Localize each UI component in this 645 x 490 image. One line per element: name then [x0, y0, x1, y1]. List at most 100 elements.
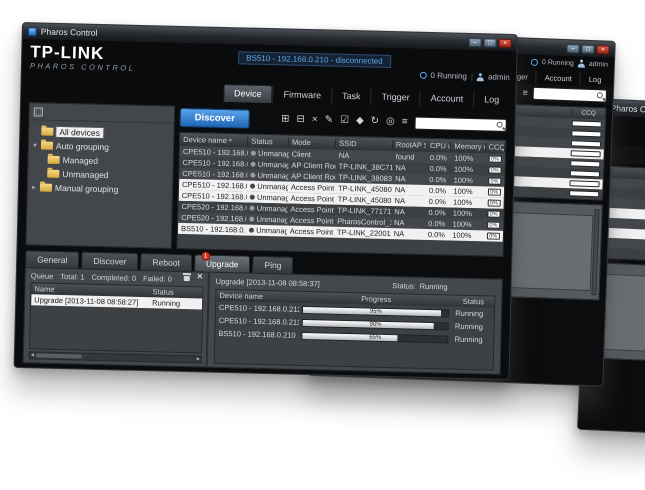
- memory-cell: 100%: [450, 198, 484, 208]
- task-status-cell: Running: [149, 298, 202, 308]
- ccq-cell: 0%: [484, 210, 504, 217]
- tab-trigger[interactable]: Trigger: [370, 89, 420, 107]
- memory-cell: 100%: [451, 154, 485, 164]
- tab-device[interactable]: Device: [223, 84, 273, 103]
- ccq-bar: [572, 120, 602, 127]
- divider: |: [471, 72, 473, 81]
- toolbar-icons: ⊞ ⊟ × ✎ ☑ ◆ ↻ ◎ ≡: [281, 113, 507, 132]
- col-status[interactable]: Status: [452, 297, 494, 307]
- ccq-cell: 0%: [484, 199, 504, 206]
- status-cell: Unmanaged: [246, 226, 287, 236]
- ssid-cell: PharosControl_12345: [334, 217, 391, 227]
- tab-log[interactable]: Log: [473, 91, 509, 109]
- status-dot-icon: [251, 162, 256, 167]
- search-box[interactable]: [414, 116, 506, 131]
- ping-icon[interactable]: ◎: [386, 117, 395, 127]
- tab-log[interactable]: Log: [580, 73, 610, 87]
- ccq-bar: [571, 150, 601, 157]
- col-status[interactable]: Status: [248, 137, 289, 147]
- memory-cell: 100%: [451, 165, 485, 175]
- progress-label: 65%: [303, 332, 448, 342]
- running-tasks-label[interactable]: 0 Running: [430, 71, 467, 81]
- ssid-cell: TP-LINK_38C71E: [335, 162, 392, 172]
- app-body: All devices ▾ Auto grouping Managed Unma…: [18, 97, 515, 257]
- search-icon: [597, 92, 603, 98]
- col-memory[interactable]: Memory usage: [451, 142, 485, 152]
- dock-tab-upgrade[interactable]: 1 Upgrade: [194, 254, 251, 272]
- tab-account[interactable]: Account: [419, 90, 473, 108]
- running-tasks-label: 0 Running: [542, 59, 574, 67]
- status-cell: Unmanaged: [247, 193, 288, 203]
- twisty-icon: ▸: [31, 183, 37, 191]
- scrollbar-thumb[interactable]: [36, 353, 82, 358]
- device-name-cell: CPE510 - 192.168.0.252: [179, 169, 247, 180]
- edit-icon[interactable]: ✎: [325, 115, 334, 125]
- device-name-cell: CPE510 - 192.168.0.212: [216, 303, 300, 314]
- user-label[interactable]: admin: [488, 72, 510, 82]
- device-name-cell: CPE520 - 192.168.0.213: [178, 213, 246, 224]
- delete-icon[interactable]: ×: [312, 115, 318, 125]
- unmanage-icon[interactable]: ⊟: [296, 115, 305, 125]
- col-status[interactable]: Status: [149, 287, 202, 297]
- clear-queue-icon[interactable]: ×: [197, 273, 203, 281]
- search-input[interactable]: [419, 118, 495, 129]
- search-input[interactable]: [537, 88, 595, 99]
- discover-button[interactable]: Discover: [179, 107, 250, 128]
- minimize-button[interactable]: –: [469, 37, 482, 46]
- ccq-bar: [569, 180, 599, 187]
- tree-item-manual-grouping[interactable]: ▸ Manual grouping: [31, 180, 169, 197]
- cpu-cell: 0.0%: [427, 153, 452, 163]
- progress-label: 90%: [303, 319, 448, 329]
- expand-tree-icon[interactable]: [34, 107, 43, 116]
- upgrade-icon[interactable]: ◆: [356, 116, 364, 126]
- reboot-icon[interactable]: ↻: [371, 117, 380, 127]
- col-device-name[interactable]: Device name▾: [180, 135, 248, 146]
- maximize-button[interactable]: □: [581, 44, 594, 53]
- ccq-bar: [571, 130, 601, 137]
- search-box[interactable]: [533, 86, 607, 102]
- mode-cell: AP Client Router: [288, 172, 335, 182]
- scroll-left-icon[interactable]: ◂: [31, 352, 34, 358]
- close-button[interactable]: ×: [499, 38, 512, 47]
- ccq-bar: [570, 170, 600, 177]
- dock-tab-ping[interactable]: Ping: [252, 256, 293, 274]
- columns-icon[interactable]: ≡: [522, 87, 528, 97]
- col-mode[interactable]: Mode: [289, 138, 336, 148]
- col-rootap-ssid[interactable]: RootAP SSID: [393, 140, 427, 150]
- select-icon[interactable]: ☑: [340, 116, 349, 126]
- device-name-cell: CPE510 - 192.168.0.254: [180, 147, 248, 158]
- horizontal-scrollbar[interactable]: ◂ ▸: [29, 351, 202, 363]
- col-label: Device name: [183, 135, 227, 145]
- dock-tab-reboot[interactable]: Reboot: [140, 253, 192, 271]
- minimize-button[interactable]: –: [566, 44, 579, 53]
- delete-task-icon[interactable]: [183, 273, 191, 281]
- search-icon: [497, 122, 503, 128]
- tab-account[interactable]: Account: [536, 71, 581, 86]
- manage-icon[interactable]: ⊞: [281, 114, 290, 124]
- dock-tab-discover[interactable]: Discover: [81, 252, 138, 270]
- col-cpu[interactable]: CPU use: [427, 141, 452, 151]
- col-ssid[interactable]: SSID: [336, 139, 393, 149]
- maximize-button[interactable]: □: [484, 38, 497, 47]
- filter-icon[interactable]: ▾: [229, 137, 232, 144]
- close-button[interactable]: ×: [596, 45, 609, 54]
- ccq-cell: 0%: [485, 166, 505, 173]
- device-name-cell: BS510 - 192.168.0.210: [178, 224, 246, 235]
- rootap-cell: NA: [392, 196, 426, 206]
- task-name-cell: Upgrade [2013-11-08 08:58:27]: [31, 295, 149, 307]
- dock-tab-general[interactable]: General: [25, 250, 80, 268]
- col-ccq[interactable]: CCQ: [485, 142, 505, 151]
- cpu-cell: 0.0%: [426, 197, 451, 207]
- memory-cell: 100%: [449, 231, 483, 241]
- columns-icon[interactable]: ≡: [402, 117, 408, 127]
- queue-failed: Failed: 0: [143, 274, 172, 284]
- scroll-right-icon[interactable]: ▸: [197, 356, 200, 362]
- status-cell: Unmanaged: [247, 182, 288, 192]
- status-text: Unmanaged: [257, 182, 288, 192]
- ccq-bar: 0%: [487, 199, 501, 206]
- pharos-control-window[interactable]: Pharos Control – □ × TP-LINK PHAROS CONT…: [14, 22, 518, 380]
- ccq-column-header: CCQ: [571, 109, 605, 117]
- device-name-cell: BS510 - 192.168.0.210: [215, 329, 299, 340]
- tab-firmware[interactable]: Firmware: [272, 86, 331, 104]
- tab-task[interactable]: Task: [331, 88, 371, 106]
